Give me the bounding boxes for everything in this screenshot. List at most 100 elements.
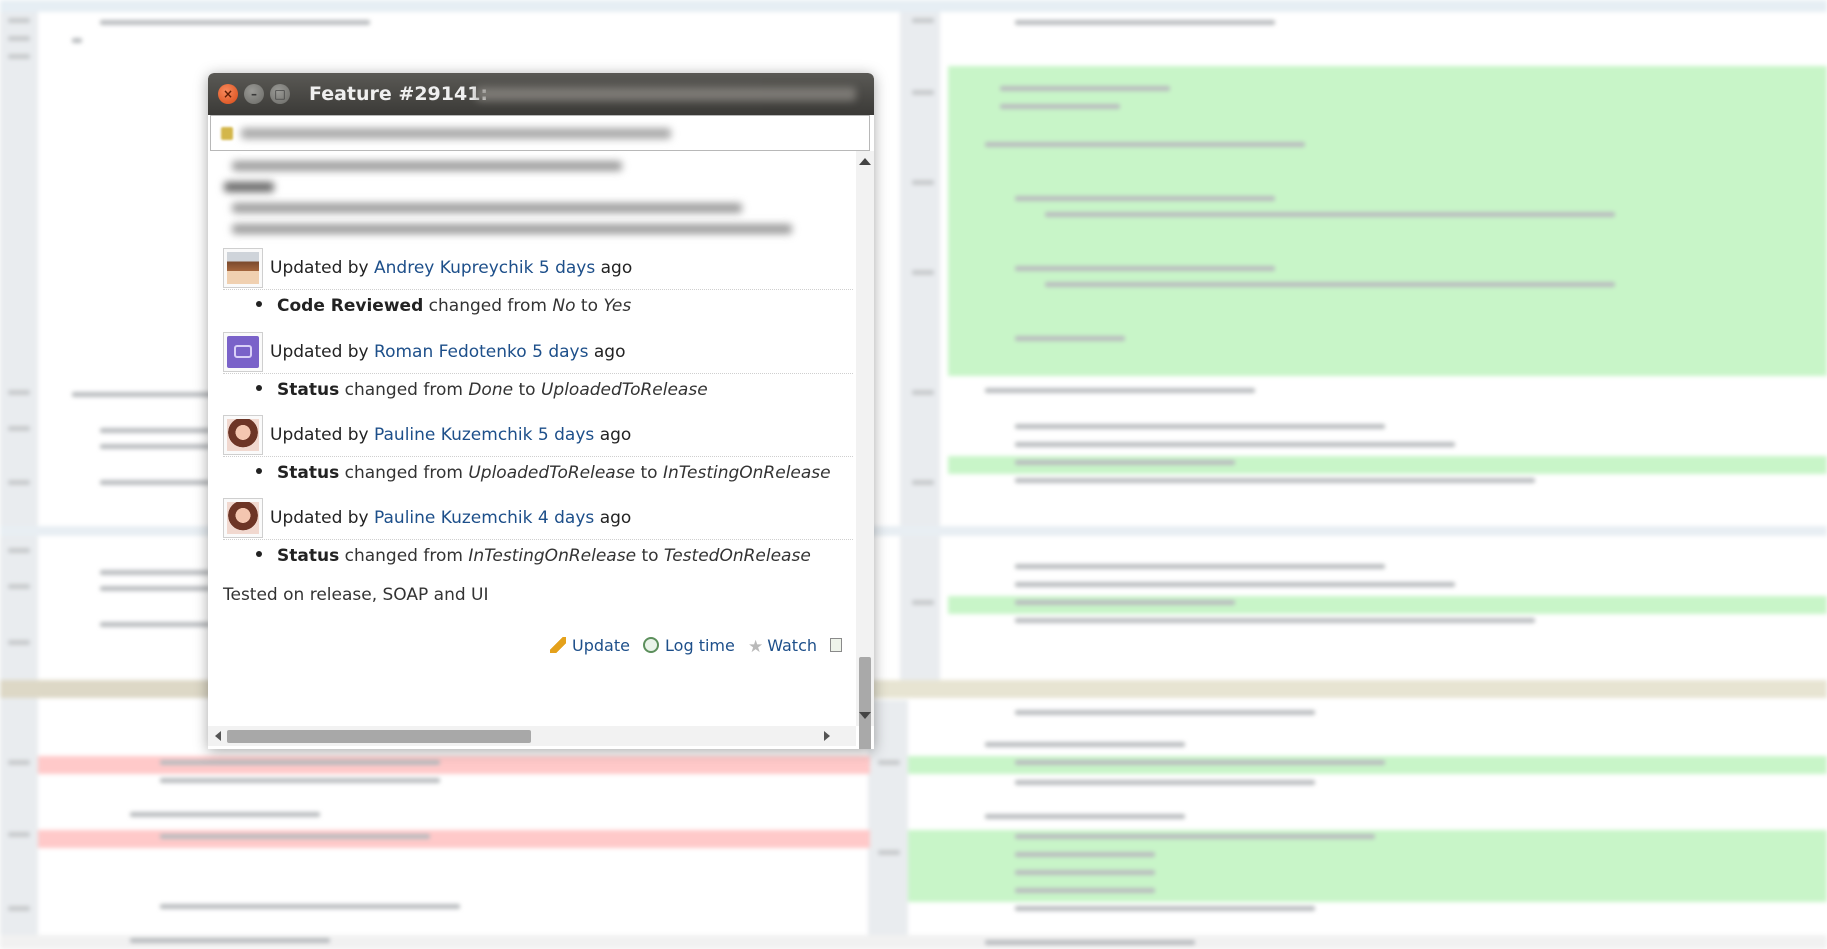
url-bar[interactable]	[210, 115, 870, 151]
code-line	[985, 940, 1195, 945]
watch-link[interactable]: Watch	[767, 636, 817, 655]
code-line	[100, 20, 370, 25]
user-avatar	[223, 498, 263, 538]
code-line	[1015, 710, 1315, 715]
code-line	[100, 570, 210, 575]
journal-detail: Code Reviewed changed from No to Yes	[256, 296, 631, 316]
line-number	[912, 270, 934, 275]
window-minimize-button[interactable]: –	[244, 84, 264, 104]
window-title: Feature #29141:	[309, 83, 489, 105]
code-line	[160, 760, 440, 765]
copy-icon[interactable]	[830, 637, 843, 652]
old-value: InTestingOnRelease	[468, 546, 637, 566]
code-line	[1015, 196, 1275, 201]
time-link[interactable]: 5 days	[539, 258, 595, 278]
line-number	[8, 36, 30, 41]
old-value: UploadedToRelease	[468, 463, 636, 483]
redacted-text	[232, 161, 622, 171]
scroll-down-arrow-icon[interactable]	[859, 712, 871, 719]
redacted-text	[232, 203, 742, 213]
journal-note: Tested on release, SOAP and UI	[223, 585, 489, 605]
to-label: to	[640, 463, 658, 483]
ago-label: ago	[593, 342, 626, 362]
issue-history-content: Updated by Andrey Kupreychik 5 days ago …	[208, 151, 856, 726]
updated-by-label: Updated by	[270, 342, 369, 362]
line-number	[8, 54, 30, 59]
added-line	[948, 456, 1827, 474]
time-link[interactable]: 5 days	[538, 425, 594, 445]
vertical-scroll-thumb[interactable]	[859, 657, 871, 749]
code-line	[1045, 282, 1615, 287]
code-line	[1015, 780, 1315, 785]
user-link[interactable]: Pauline Kuzemchik	[374, 425, 532, 445]
top-band	[0, 0, 1827, 12]
code-line	[160, 904, 460, 909]
journal-detail: Status changed from Done to UploadedToRe…	[256, 380, 708, 400]
scroll-left-arrow-icon[interactable]	[215, 731, 221, 741]
code-line	[100, 444, 210, 449]
line-number	[8, 390, 30, 395]
code-line	[1015, 564, 1385, 569]
window-titlebar[interactable]: × – □ Feature #29141:	[208, 73, 874, 115]
update-link[interactable]: Update	[572, 636, 630, 655]
right-line-gutter	[900, 0, 940, 680]
time-link[interactable]: 4 days	[538, 508, 594, 528]
old-value: Done	[468, 380, 514, 400]
code-line	[1015, 442, 1455, 447]
code-line	[1015, 460, 1235, 465]
user-link[interactable]: Roman Fedotenko	[374, 342, 527, 362]
journal-entry-title: Updated by Pauline Kuzemchik 4 days ago	[270, 508, 631, 528]
journal-entry-title: Updated by Roman Fedotenko 5 days ago	[270, 342, 625, 362]
code-line	[1045, 212, 1615, 217]
journal-entry-title: Updated by Andrey Kupreychik 5 days ago	[270, 258, 632, 278]
scroll-up-arrow-icon[interactable]	[859, 158, 871, 165]
journal-entry-header: Updated by Andrey Kupreychik 5 days ago	[223, 247, 853, 290]
code-line	[130, 812, 320, 817]
journal-detail: Status changed from UploadedToRelease to…	[256, 463, 831, 483]
journal-entry-title: Updated by Pauline Kuzemchik 5 days ago	[270, 425, 631, 445]
scroll-right-arrow-icon[interactable]	[824, 731, 830, 741]
redacted-text	[224, 182, 274, 192]
code-line	[1015, 760, 1385, 765]
code-line	[1015, 424, 1385, 429]
line-number	[8, 548, 30, 553]
line-number	[8, 906, 30, 911]
log-time-link[interactable]: Log time	[665, 636, 735, 655]
ago-label: ago	[599, 425, 632, 445]
to-label: to	[518, 380, 536, 400]
right-line-gutter-lower	[868, 700, 908, 949]
line-number	[912, 480, 934, 485]
ago-label: ago	[600, 258, 633, 278]
code-line	[1015, 336, 1125, 341]
field-name: Status	[277, 546, 340, 566]
line-number	[912, 18, 934, 23]
lock-icon	[221, 127, 233, 140]
code-line	[1015, 906, 1315, 911]
changed-from-label: changed from	[344, 463, 463, 483]
user-avatar	[223, 248, 263, 288]
code-line	[1000, 104, 1120, 109]
feature-popup-window: × – □ Feature #29141: Updated by Andrey …	[208, 73, 874, 749]
user-link[interactable]: Andrey Kupreychik	[374, 258, 533, 278]
horizontal-scroll-thumb[interactable]	[227, 730, 531, 743]
redacted-text	[232, 224, 792, 234]
journal-entry-header: Updated by Roman Fedotenko 5 days ago	[223, 331, 853, 374]
window-maximize-button[interactable]: □	[270, 84, 290, 104]
bullet	[256, 551, 262, 557]
window-close-button[interactable]: ×	[218, 84, 238, 104]
code-line	[1015, 834, 1375, 839]
user-link[interactable]: Pauline Kuzemchik	[374, 508, 532, 528]
code-line	[1015, 600, 1235, 605]
time-link[interactable]: 5 days	[532, 342, 588, 362]
issue-actions: Update Log time ★ Watch	[550, 636, 848, 657]
code-line	[1015, 20, 1275, 25]
new-value: TestedOnRelease	[663, 546, 811, 566]
code-line	[100, 428, 210, 433]
code-line	[130, 938, 330, 943]
line-number	[8, 832, 30, 837]
line-number	[8, 18, 30, 23]
bullet	[256, 301, 262, 307]
vertical-scrollbar[interactable]	[856, 151, 874, 749]
horizontal-scrollbar[interactable]	[208, 726, 856, 746]
changed-from-label: changed from	[428, 296, 547, 316]
